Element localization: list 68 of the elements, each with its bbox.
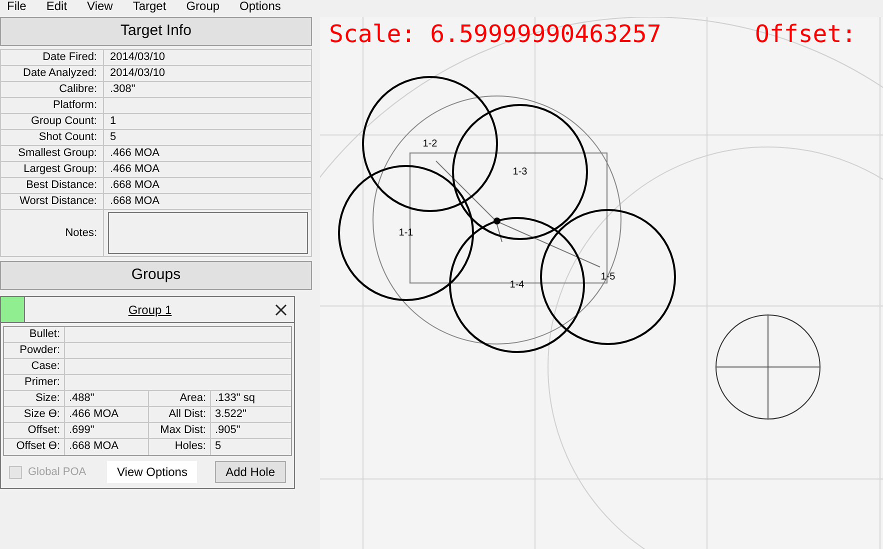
group-name-link[interactable]: Group 1 — [128, 300, 172, 318]
field-label: Largest Group: — [1, 162, 104, 177]
field-value: .668 MOA — [109, 178, 160, 193]
field-label: Notes: — [1, 210, 104, 256]
hole-label: 1-2 — [422, 138, 438, 150]
view-options-button[interactable]: View Options — [107, 461, 198, 483]
field-value: .668 MOA — [109, 194, 160, 209]
field-label: Area: — [149, 391, 211, 406]
bullet-hole[interactable] — [362, 76, 498, 212]
hole-label: 1-5 — [600, 272, 616, 283]
field-label: Size: — [4, 391, 65, 406]
field-value: 3.522" — [214, 407, 246, 422]
field-value: .668 MOA — [65, 439, 149, 455]
field-value: .466 MOA — [109, 162, 160, 177]
field-label: Powder: — [4, 343, 65, 358]
close-icon[interactable] — [275, 304, 287, 316]
bullet-hole[interactable] — [452, 104, 588, 240]
field-value: 2014/03/10 — [109, 66, 166, 81]
field-label: Date Fired: — [1, 50, 104, 65]
field-value: .699" — [65, 423, 149, 438]
scale-text: Scale: 6.59999990463257 — [329, 20, 662, 48]
hole-label: 1-4 — [510, 280, 524, 291]
field-label: Size ϴ: — [4, 407, 65, 422]
field-label: Date Analyzed: — [1, 66, 104, 81]
field-label: Offset: — [4, 423, 65, 438]
add-hole-button[interactable]: Add Hole — [214, 461, 286, 483]
hole-label: 1-1 — [398, 228, 414, 239]
bullet-hole[interactable] — [338, 165, 474, 301]
offset-text: Offset: — [755, 20, 856, 48]
field-label: Bullet: — [4, 327, 65, 342]
section-header: Target Info — [0, 17, 312, 46]
field-label: Case: — [4, 359, 65, 374]
field-value: .905" — [214, 423, 240, 438]
field-value: .466 MOA — [109, 146, 160, 161]
menu-item[interactable]: View — [87, 0, 113, 12]
menu-item[interactable]: File — [7, 0, 26, 12]
group-color-swatch[interactable] — [1, 297, 25, 322]
field-label: Max Dist: — [149, 423, 211, 438]
bullet-hole[interactable] — [540, 209, 676, 345]
menu-item[interactable]: Options — [240, 0, 281, 12]
field-label: Shot Count: — [1, 130, 104, 145]
field-value: 1 — [109, 114, 116, 129]
field-value: .466 MOA — [65, 407, 149, 422]
field-value: .308" — [109, 82, 136, 97]
hole-label: 1-3 — [512, 166, 528, 178]
field-label: Best Distance: — [1, 178, 104, 193]
section-header: Groups — [0, 261, 312, 290]
field-value: 5 — [214, 439, 222, 454]
menu-item[interactable]: Edit — [46, 0, 68, 12]
field-label: Calibre: — [1, 82, 104, 97]
checkbox-label: Global POA — [28, 464, 86, 480]
group-center-dot — [494, 218, 500, 224]
field-value: .488" — [65, 391, 149, 406]
menu-item[interactable]: Group — [186, 0, 220, 12]
field-label: Smallest Group: — [1, 146, 104, 161]
field-label: Offset ϴ: — [4, 439, 65, 455]
field-label: Worst Distance: — [1, 194, 104, 209]
notes-field[interactable] — [108, 212, 308, 254]
bullet-hole[interactable] — [449, 217, 585, 353]
menu-item[interactable]: Target — [132, 0, 166, 12]
field-label: Primer: — [4, 375, 65, 390]
field-label: Holes: — [149, 439, 211, 455]
field-label: Group Count: — [1, 114, 104, 129]
field-label: All Dist: — [149, 407, 211, 422]
field-value: 2014/03/10 — [109, 50, 166, 65]
field-value: 5 — [109, 130, 116, 145]
field-label: Platform: — [1, 98, 104, 113]
field-value: .133" sq — [214, 391, 255, 406]
